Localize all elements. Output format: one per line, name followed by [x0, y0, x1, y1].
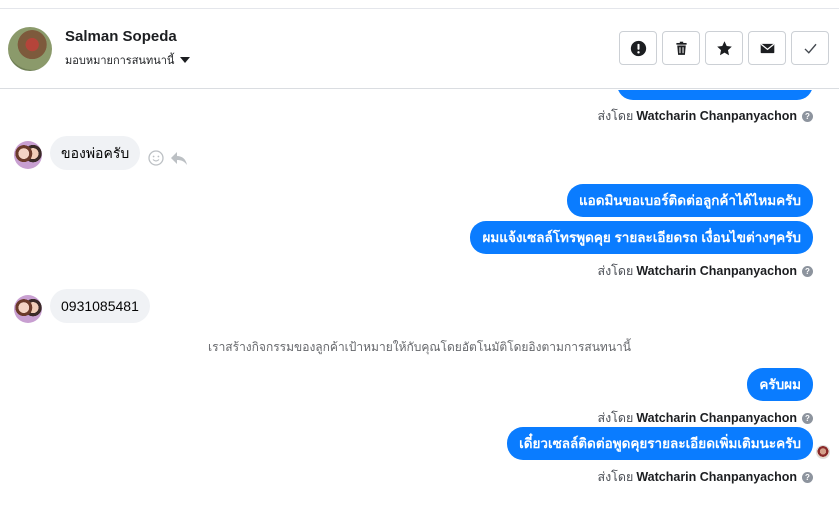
- sender-name: Watcharin Chanpanyachon: [636, 109, 797, 123]
- message-thread[interactable]: ส่งโดย Watcharin Chanpanyachon ? ของพ่อค…: [0, 90, 839, 505]
- mark-spam-button[interactable]: [619, 31, 657, 65]
- message-bubble-outgoing-partial[interactable]: [617, 90, 813, 100]
- caret-down-icon: [180, 57, 191, 63]
- star-icon: [716, 40, 732, 55]
- checkmark-icon: [803, 43, 817, 54]
- exclamation-icon: [630, 40, 646, 56]
- message-bubble-outgoing[interactable]: แอดมินขอเบอร์ติดต่อลูกค้าได้ไหมครับ: [566, 184, 813, 217]
- mark-done-button[interactable]: [791, 31, 829, 65]
- sent-by-line: ส่งโดย Watcharin Chanpanyachon ?: [597, 261, 813, 281]
- message-bubble-outgoing[interactable]: ผมแจ้งเซลล์โทรพูดคุย รายละเอียดรถ เงื่อน…: [470, 221, 813, 254]
- help-icon[interactable]: ?: [802, 265, 813, 277]
- message-bubble-outgoing[interactable]: ครับผม: [747, 368, 813, 401]
- sender-name: Watcharin Chanpanyachon: [636, 264, 797, 278]
- contact-name[interactable]: Salman Sopeda: [65, 28, 177, 45]
- message-bubble-incoming[interactable]: ของพ่อครับ: [50, 136, 141, 170]
- reply-icon[interactable]: [170, 150, 188, 166]
- conversation-actions: [619, 31, 829, 65]
- system-note: เราสร้างกิจกรรมของลูกค้าเป้าหมายให้กับคุ…: [208, 340, 631, 354]
- customer-avatar[interactable]: [14, 295, 42, 323]
- trash-icon: [675, 41, 687, 55]
- help-icon[interactable]: ?: [802, 110, 813, 122]
- assign-label: มอบหมายการสนทนานี้: [65, 55, 175, 67]
- delete-button[interactable]: [662, 31, 700, 65]
- envelope-icon: [760, 43, 774, 53]
- message-bubble-outgoing[interactable]: เดี๋ยวเซลล์ติดต่อพูดคุยรายละเอียดเพิ่มเต…: [507, 427, 813, 460]
- help-icon[interactable]: ?: [802, 412, 813, 424]
- star-button[interactable]: [705, 31, 743, 65]
- message-bubble-incoming[interactable]: 0931085481: [50, 289, 150, 323]
- mark-unread-button[interactable]: [748, 31, 786, 65]
- help-icon[interactable]: ?: [802, 471, 813, 483]
- seen-avatar: [816, 445, 830, 459]
- conversation-header: Salman Sopeda มอบหมายการสนทนานี้: [0, 9, 839, 89]
- sender-name: Watcharin Chanpanyachon: [636, 470, 797, 484]
- sent-by-line: ส่งโดย Watcharin Chanpanyachon ?: [597, 106, 813, 126]
- customer-avatar[interactable]: [14, 141, 42, 169]
- contact-avatar[interactable]: [8, 27, 52, 71]
- sent-by-line: ส่งโดย Watcharin Chanpanyachon ?: [597, 467, 813, 487]
- assign-conversation-dropdown[interactable]: มอบหมายการสนทนานี้: [65, 51, 191, 69]
- sender-name: Watcharin Chanpanyachon: [636, 411, 797, 425]
- sent-by-line: ส่งโดย Watcharin Chanpanyachon ?: [597, 408, 813, 428]
- react-emoji-icon[interactable]: [148, 150, 164, 166]
